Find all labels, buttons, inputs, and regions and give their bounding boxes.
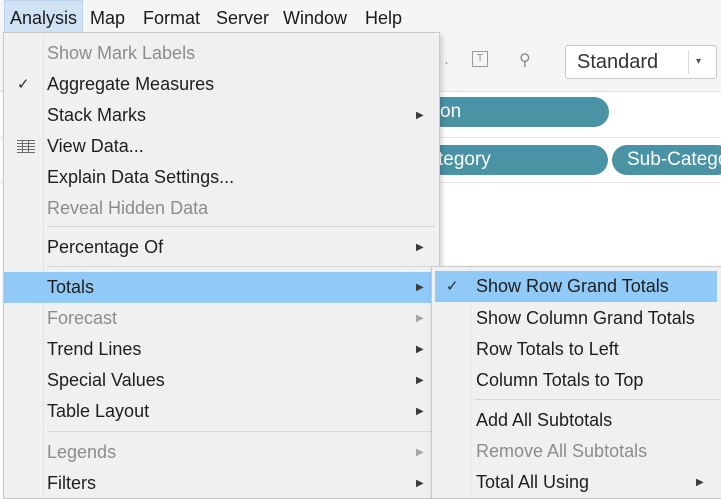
menu-separator xyxy=(475,399,721,400)
menu-item-aggregate-measures[interactable]: ✓ Aggregate Measures xyxy=(4,69,439,100)
menu-item-trend-lines[interactable]: Trend Lines ▶ xyxy=(4,334,439,365)
submenu-arrow-icon: ▶ xyxy=(416,344,424,355)
menu-item-add-all-subtotals[interactable]: Add All Subtotals xyxy=(432,405,721,436)
submenu-arrow-icon: ▶ xyxy=(416,447,424,458)
menu-item-row-totals-to-left[interactable]: Row Totals to Left xyxy=(432,334,721,365)
menu-item-legends[interactable]: Legends ▶ xyxy=(4,437,439,468)
menu-item-show-row-grand-totals[interactable]: ✓ Show Row Grand Totals xyxy=(435,271,717,302)
columns-pill[interactable]: on xyxy=(418,97,609,127)
submenu-arrow-icon: ▶ xyxy=(416,406,424,417)
menu-item-column-totals-to-top[interactable]: Column Totals to Top xyxy=(432,365,721,396)
menu-item-reveal-hidden-data[interactable]: Reveal Hidden Data xyxy=(4,193,439,224)
menu-item-forecast[interactable]: Forecast ▶ xyxy=(4,303,439,334)
fit-select-divider xyxy=(688,50,689,74)
menu-item-stack-marks[interactable]: Stack Marks ▶ xyxy=(4,100,439,131)
chevron-down-icon: ▾ xyxy=(696,56,702,67)
menu-item-table-layout[interactable]: Table Layout ▶ xyxy=(4,396,439,427)
menu-item-show-column-grand-totals[interactable]: Show Column Grand Totals xyxy=(432,303,721,334)
menu-item-special-values[interactable]: Special Values ▶ xyxy=(4,365,439,396)
menu-item-filters[interactable]: Filters ▶ xyxy=(4,468,439,499)
menu-item-totals[interactable]: Totals ▶ xyxy=(4,272,439,303)
menu-separator xyxy=(47,266,435,267)
fit-select[interactable]: Standard ▾ xyxy=(565,45,717,79)
menu-separator xyxy=(47,431,435,432)
menu-item-explain-data-settings[interactable]: Explain Data Settings... xyxy=(4,162,439,193)
pin-icon[interactable]: ⚲ xyxy=(519,50,531,70)
menu-item-percentage-of[interactable]: Percentage Of ▶ xyxy=(4,232,439,263)
fit-select-value: Standard xyxy=(577,51,659,73)
totals-submenu: ✓ Show Row Grand Totals Show Column Gran… xyxy=(431,266,721,499)
submenu-arrow-icon: ▶ xyxy=(416,313,424,324)
analysis-menu: Show Mark Labels ✓ Aggregate Measures St… xyxy=(3,32,440,499)
menu-separator xyxy=(47,226,435,227)
menu-item-show-mark-labels[interactable]: Show Mark Labels xyxy=(4,38,439,69)
submenu-arrow-icon: ▶ xyxy=(416,282,424,293)
grid-icon xyxy=(17,140,35,153)
checkmark-icon: ✓ xyxy=(17,76,30,93)
checkmark-icon: ✓ xyxy=(446,278,459,295)
menu-item-view-data[interactable]: View Data... xyxy=(4,131,439,162)
submenu-arrow-icon: ▶ xyxy=(416,478,424,489)
toolbar-dropdown-icon[interactable]: · xyxy=(444,54,449,71)
submenu-arrow-icon: ▶ xyxy=(416,242,424,253)
menu-item-remove-all-subtotals[interactable]: Remove All Subtotals xyxy=(432,436,721,467)
submenu-arrow-icon: ▶ xyxy=(416,375,424,386)
rows-pill-category[interactable]: tegory xyxy=(418,145,608,175)
submenu-arrow-icon: ▶ xyxy=(696,477,704,488)
submenu-arrow-icon: ▶ xyxy=(416,110,424,121)
show-labels-icon[interactable]: T xyxy=(472,51,488,67)
menu-item-total-all-using[interactable]: Total All Using ▶ xyxy=(432,467,721,498)
rows-pill-subcategory[interactable]: Sub-Catego xyxy=(612,145,721,175)
